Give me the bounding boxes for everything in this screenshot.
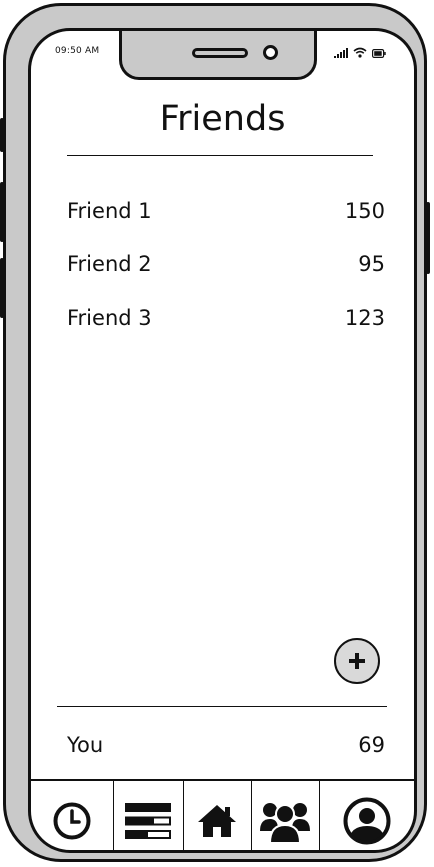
list-icon — [125, 803, 171, 839]
friend-row[interactable]: Friend 3 123 — [67, 306, 385, 330]
speaker — [192, 48, 248, 58]
tab-friends[interactable] — [251, 781, 319, 850]
home-icon — [198, 805, 236, 837]
side-button — [0, 118, 4, 152]
friend-row[interactable]: Friend 1 150 — [67, 199, 385, 223]
screen: 09:50 AM Friends Friend 1 150 Friend 2 9… — [28, 28, 417, 853]
notch — [119, 31, 317, 80]
signal-icon — [334, 48, 348, 58]
tab-list[interactable] — [113, 781, 183, 850]
friend-row[interactable]: Friend 2 95 — [67, 252, 385, 276]
clock-icon — [53, 802, 91, 840]
side-button — [0, 182, 4, 242]
title-divider — [67, 155, 373, 156]
status-time: 09:50 AM — [55, 46, 100, 56]
friend-name: Friend 3 — [67, 306, 152, 330]
you-row: You 69 — [67, 733, 385, 757]
tab-home[interactable] — [183, 781, 251, 850]
side-button — [426, 202, 430, 274]
profile-icon — [343, 797, 390, 845]
you-score: 69 — [358, 733, 385, 757]
tab-history[interactable] — [31, 781, 113, 850]
friends-icon — [260, 803, 310, 843]
status-icons — [334, 47, 386, 58]
phone-frame: 09:50 AM Friends Friend 1 150 Friend 2 9… — [0, 3, 430, 862]
friend-name: Friend 1 — [67, 199, 152, 223]
friend-score: 95 — [358, 252, 385, 276]
page-title: Friends — [159, 99, 286, 139]
tab-profile[interactable] — [319, 781, 414, 850]
plus-icon — [349, 653, 365, 669]
you-divider — [57, 706, 387, 707]
wifi-icon — [353, 47, 367, 58]
friend-name: Friend 2 — [67, 252, 152, 276]
side-button — [0, 258, 4, 318]
friend-score: 150 — [344, 199, 385, 223]
friend-score: 123 — [344, 306, 385, 330]
tab-bar — [31, 779, 414, 850]
you-name: You — [67, 733, 104, 757]
add-friend-button[interactable] — [334, 638, 380, 684]
battery-icon — [372, 49, 386, 58]
camera — [263, 45, 278, 60]
